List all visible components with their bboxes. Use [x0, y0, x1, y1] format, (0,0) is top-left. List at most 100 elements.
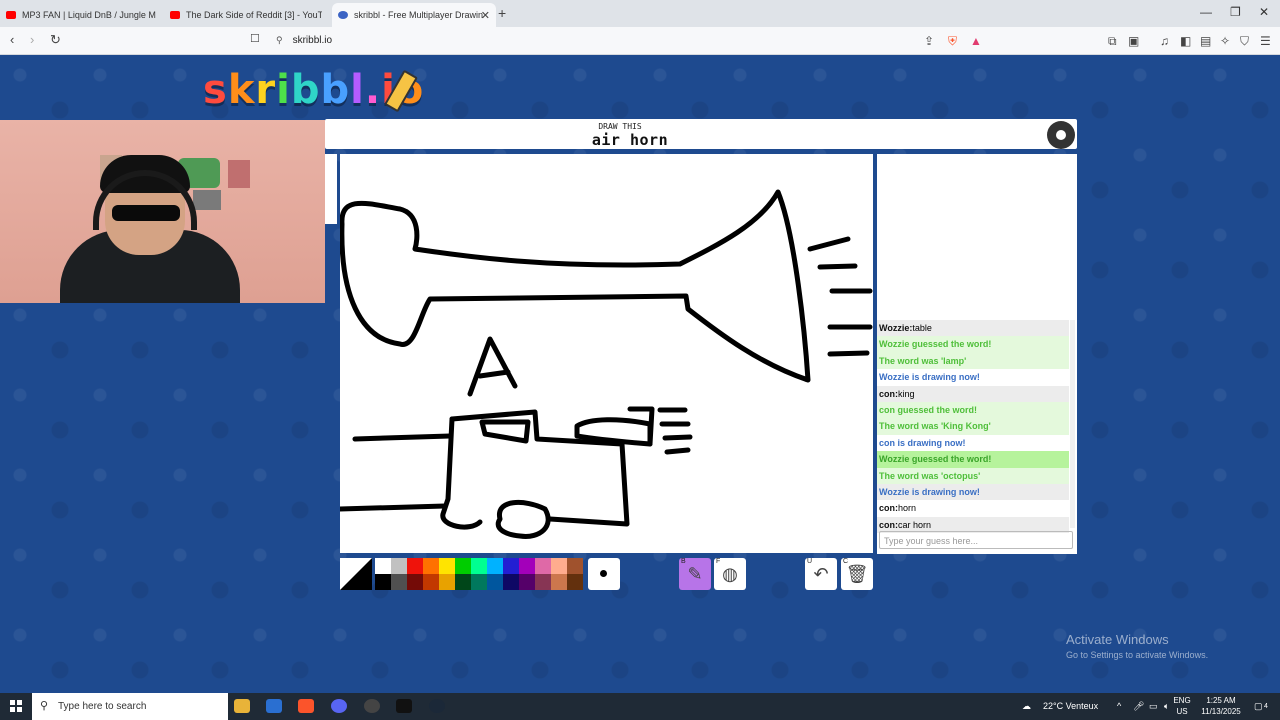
- chat-username: con:: [879, 519, 898, 530]
- wallet-icon[interactable]: ▤: [1200, 34, 1211, 48]
- restore-button[interactable]: ❐: [1230, 5, 1241, 19]
- reload-icon[interactable]: ↻: [50, 32, 61, 48]
- obs-icon[interactable]: [364, 699, 380, 713]
- color-swatch[interactable]: [439, 574, 455, 590]
- forward-icon[interactable]: ›: [30, 32, 34, 47]
- site-info-icon[interactable]: ⚲: [276, 35, 283, 46]
- weather-icon[interactable]: ☁: [1022, 693, 1031, 720]
- address-bar-row: ‹ › ↻ ☐ ⚲ skribbl.io ⇪ ⛨ ▲ ⧉ ▣ ♫ ◧ ▤ ✧ ⛉…: [0, 27, 1280, 55]
- color-swatch[interactable]: [391, 574, 407, 590]
- share-icon[interactable]: ⇪: [924, 34, 934, 48]
- chat-text: The word was 'octopus': [879, 470, 981, 481]
- wall-poster: [228, 160, 250, 188]
- tab-skribbl[interactable]: skribbl - Free Multiplayer Drawin ✕: [332, 3, 496, 27]
- minimize-button[interactable]: —: [1200, 5, 1212, 19]
- color-swatch[interactable]: [455, 574, 471, 590]
- calculator-icon[interactable]: [266, 699, 282, 713]
- color-swatch[interactable]: [471, 574, 487, 590]
- brave-browser-icon[interactable]: [298, 699, 314, 713]
- mic-icon[interactable]: 🎤︎: [1133, 693, 1144, 720]
- chat-scrollbar[interactable]: [1070, 320, 1075, 528]
- color-swatch[interactable]: [407, 558, 423, 574]
- extensions-icon[interactable]: ⧉: [1108, 34, 1117, 49]
- back-icon[interactable]: ‹: [10, 32, 14, 47]
- color-swatch[interactable]: [535, 558, 551, 574]
- color-swatch[interactable]: [455, 558, 471, 574]
- app-icon[interactable]: [396, 699, 412, 713]
- language-indicator[interactable]: ENG US: [1170, 695, 1194, 717]
- new-tab-button[interactable]: +: [498, 5, 506, 21]
- steam-icon[interactable]: [429, 699, 445, 713]
- menu-icon[interactable]: ☰: [1260, 34, 1271, 48]
- fill-tool-button[interactable]: F ◍: [714, 558, 746, 590]
- lang-text: ENG: [1173, 696, 1191, 705]
- color-swatch[interactable]: [375, 558, 391, 574]
- weather-text[interactable]: 22°C Venteux: [1043, 693, 1098, 720]
- windows-taskbar: ⚲ Type here to search ☁ 22°C Venteux ^ 🎤…: [0, 693, 1280, 720]
- taskbar-search[interactable]: ⚲ Type here to search: [32, 693, 228, 720]
- color-swatch[interactable]: [519, 574, 535, 590]
- color-swatch[interactable]: [503, 558, 519, 574]
- logo-letter: s: [203, 67, 228, 113]
- chat-text: Wozzie is drawing now!: [879, 486, 980, 497]
- logo-letter: .: [364, 67, 382, 113]
- color-swatch[interactable]: [567, 558, 583, 574]
- color-swatch[interactable]: [551, 574, 567, 590]
- url-field[interactable]: ⚲ skribbl.io: [276, 31, 996, 50]
- tab-title: The Dark Side of Reddit [3] - YouTub: [186, 10, 322, 20]
- undo-shortcut: U: [807, 558, 813, 565]
- color-swatch[interactable]: [423, 574, 439, 590]
- color-swatch[interactable]: [375, 574, 391, 590]
- color-swatch[interactable]: [391, 558, 407, 574]
- file-explorer-icon[interactable]: [234, 699, 250, 713]
- network-icon[interactable]: ▭: [1149, 693, 1158, 720]
- color-swatch[interactable]: [423, 558, 439, 574]
- browser-tab-bar: MP3 FAN | Liquid DnB / Jungle M The Dark…: [0, 0, 1280, 27]
- screenshot-icon[interactable]: ▣: [1128, 34, 1139, 48]
- chat-text: car horn: [898, 519, 932, 530]
- close-window-button[interactable]: ✕: [1259, 5, 1269, 19]
- color-swatch[interactable]: [503, 574, 519, 590]
- clear-button[interactable]: C 🗑: [841, 558, 873, 590]
- color-swatch[interactable]: [551, 558, 567, 574]
- brush-size-button[interactable]: [588, 558, 620, 590]
- notifications-icon[interactable]: ▢: [1254, 693, 1263, 720]
- media-icon[interactable]: ♫: [1160, 34, 1169, 48]
- pen-tool-button[interactable]: B ✎: [679, 558, 711, 590]
- chat-text: horn: [898, 503, 917, 514]
- tray-chevron-icon[interactable]: ^: [1117, 693, 1121, 720]
- color-swatch[interactable]: [487, 558, 503, 574]
- discord-icon[interactable]: [331, 699, 347, 713]
- undo-button[interactable]: U ↶: [805, 558, 837, 590]
- color-swatch[interactable]: [535, 574, 551, 590]
- watermark-subtitle: Go to Settings to activate Windows.: [1066, 650, 1209, 660]
- vpn-icon[interactable]: ⛉: [1240, 34, 1249, 49]
- volume-icon[interactable]: 🔈︎: [1164, 693, 1169, 720]
- chat-message: con guessed the word!: [877, 401, 1069, 419]
- chat-message: Wozzie is drawing now!: [877, 369, 1069, 385]
- chat-message: The word was 'lamp': [877, 352, 1069, 370]
- settings-gear-icon[interactable]: [1047, 121, 1075, 149]
- guess-input[interactable]: Type your guess here...: [879, 531, 1073, 549]
- leo-ai-icon[interactable]: ✧: [1220, 34, 1230, 48]
- brave-shields-icon[interactable]: ⛨: [948, 34, 957, 49]
- chat-message: Wozzie:table: [877, 320, 1069, 337]
- sidebar-icon[interactable]: ◧: [1180, 34, 1191, 48]
- tab-reddit-video[interactable]: The Dark Side of Reddit [3] - YouTub: [170, 3, 322, 27]
- clock[interactable]: 1:25 AM 11/13/2025: [1196, 695, 1246, 717]
- windows-start-icon[interactable]: [10, 700, 22, 712]
- chat-messages: Wozzie:table Wozzie guessed the word! The …: [877, 320, 1069, 534]
- color-swatch[interactable]: [519, 558, 535, 574]
- color-swatch[interactable]: [407, 574, 423, 590]
- chat-text: king: [898, 388, 915, 399]
- color-swatch[interactable]: [471, 558, 487, 574]
- bookmark-icon[interactable]: ☐: [250, 32, 260, 45]
- brave-rewards-icon[interactable]: ▲: [970, 34, 982, 48]
- drawing-canvas[interactable]: [337, 154, 873, 553]
- color-swatch[interactable]: [439, 558, 455, 574]
- color-swatch[interactable]: [567, 574, 583, 590]
- close-tab-icon[interactable]: ✕: [481, 9, 490, 22]
- date-text: 11/13/2025: [1201, 707, 1241, 716]
- color-swatch[interactable]: [487, 574, 503, 590]
- tab-mp3-fan[interactable]: MP3 FAN | Liquid DnB / Jungle M: [6, 3, 158, 27]
